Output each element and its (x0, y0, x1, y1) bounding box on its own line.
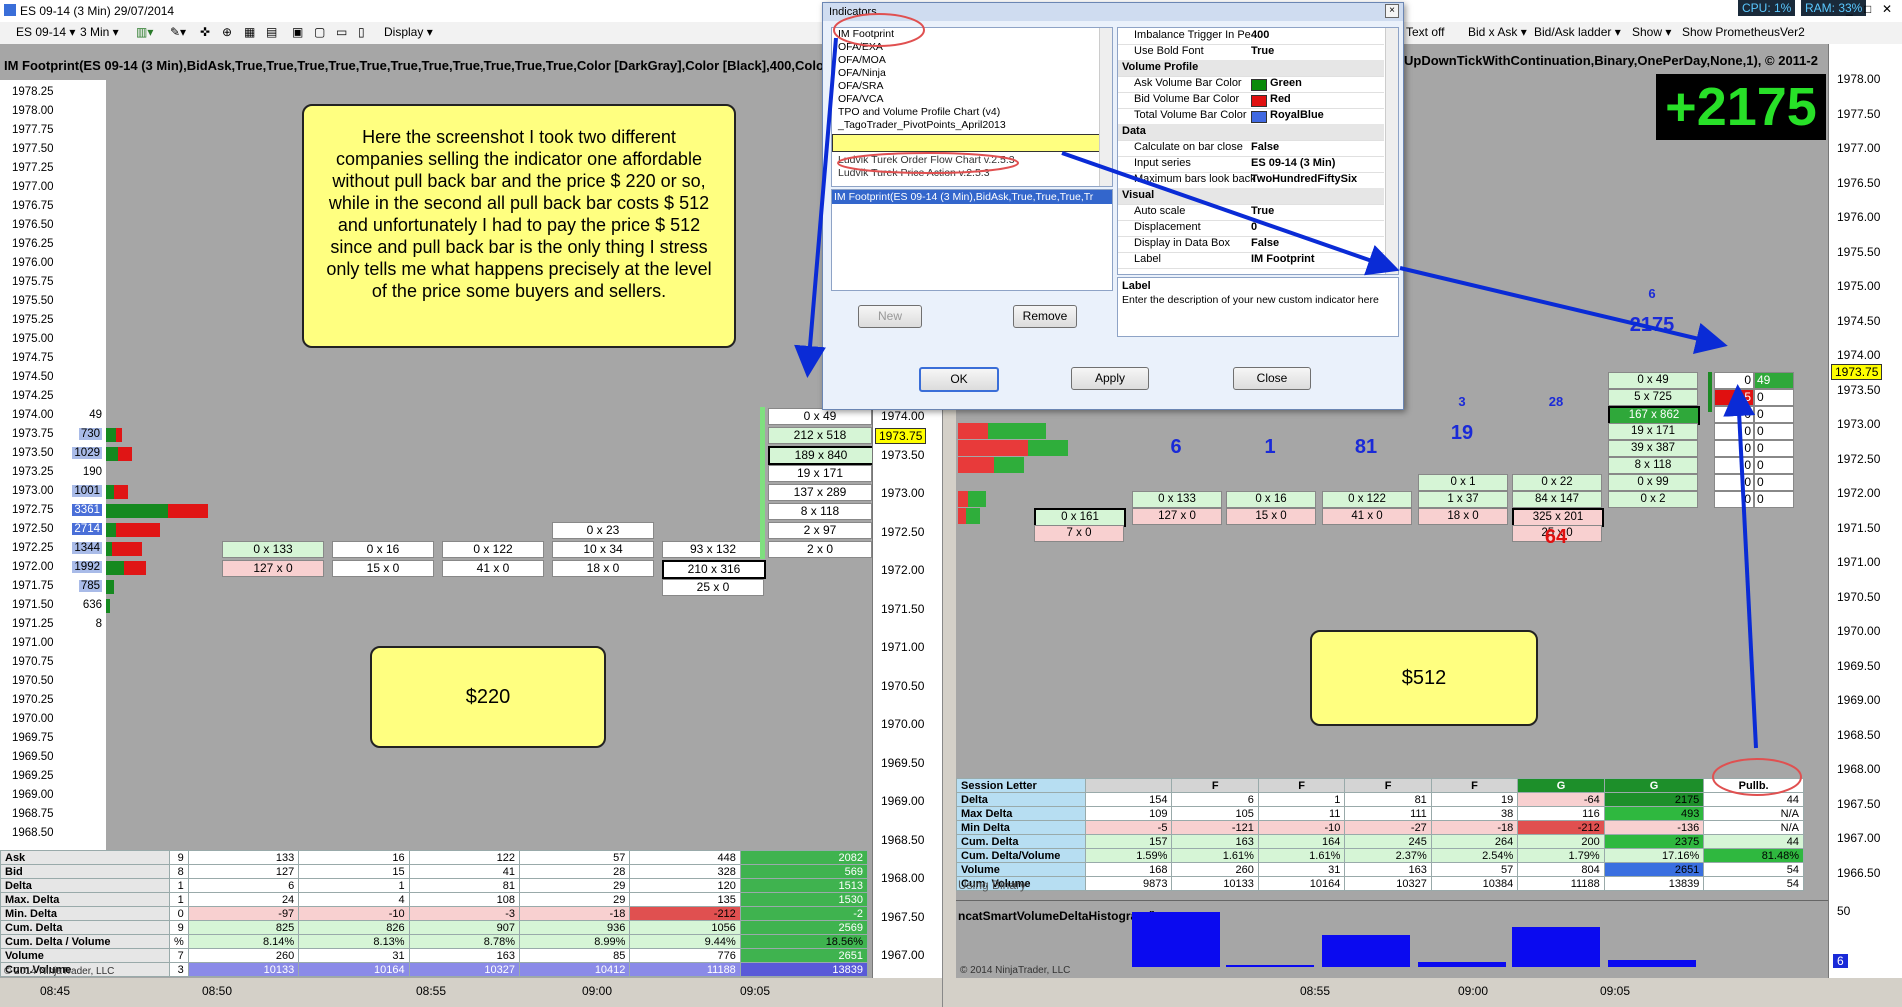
arrow-to-pullback-bar (1723, 384, 1758, 749)
highlight-ellipse-im-footprint (833, 13, 925, 47)
arrow-to-right-chart (1399, 266, 1728, 355)
arrow-to-left-chart (794, 37, 838, 378)
highlight-ellipse-pullback (1712, 758, 1802, 796)
arrow-to-property-grid (1061, 151, 1400, 276)
highlight-ellipse-ludvik (837, 152, 1019, 174)
annotation-overlay (794, 13, 1802, 796)
